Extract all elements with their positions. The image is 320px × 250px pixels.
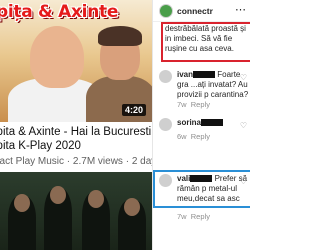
comment-item: ivan Foarte gra ...ați invatat? Au provi… bbox=[159, 70, 250, 110]
comment-item: sorina 6w Reply ♡ bbox=[159, 118, 250, 154]
comment-item: vali Prefer să rămân p metal-ul meu,deca… bbox=[159, 174, 250, 221]
video-thumbnail[interactable]: pița & Axinte 4:20 bbox=[0, 0, 152, 122]
redaction-bar bbox=[193, 71, 216, 79]
more-options-icon[interactable]: ⋯ bbox=[235, 3, 247, 16]
person-head bbox=[88, 190, 104, 208]
video-title-line: ipita K-Play 2020 bbox=[0, 140, 81, 152]
comment-meta: 6w Reply bbox=[177, 132, 210, 141]
post-username[interactable]: connectr bbox=[177, 6, 213, 16]
video-title[interactable]: ipita & Axinte - Hai la Bucuresti ipita … bbox=[0, 125, 152, 153]
comment-meta: 7w Reply bbox=[177, 212, 210, 221]
redaction-bar bbox=[190, 175, 213, 183]
redaction-bar bbox=[201, 119, 224, 127]
comment-time: 6w bbox=[177, 132, 187, 141]
like-heart-icon[interactable]: ♡ bbox=[240, 73, 247, 82]
video-title-line: ipita & Axinte - Hai la Bucuresti bbox=[0, 126, 152, 138]
comment-time: 7w bbox=[177, 100, 187, 109]
comment-text: destrăbălată proastă și in imbeci. Să vă… bbox=[165, 24, 246, 53]
post-header: connectr ⋯ bbox=[153, 0, 250, 22]
avatar[interactable] bbox=[159, 4, 173, 18]
reply-button[interactable]: Reply bbox=[191, 100, 210, 109]
comment-time: 7w bbox=[177, 212, 187, 221]
youtube-panel: pița & Axinte 4:20 ipita & Axinte - Hai … bbox=[0, 0, 152, 250]
person-head bbox=[30, 26, 84, 88]
like-heart-icon[interactable]: ♡ bbox=[240, 121, 247, 130]
video-meta: pact Play Music · 2.7M views · 2 days ag… bbox=[0, 156, 152, 167]
person-head bbox=[14, 194, 30, 212]
thumbnail-title: pița & Axinte bbox=[0, 2, 119, 22]
video-duration: 4:20 bbox=[121, 104, 146, 116]
person-head bbox=[124, 198, 140, 216]
comment-username[interactable]: vali bbox=[177, 174, 190, 183]
comment-username[interactable]: ivan bbox=[177, 70, 193, 79]
avatar[interactable] bbox=[159, 70, 172, 83]
next-video-thumbnail[interactable] bbox=[0, 172, 152, 250]
person-hair bbox=[98, 26, 142, 46]
avatar[interactable] bbox=[159, 118, 172, 131]
person-head bbox=[50, 186, 66, 204]
like-heart-icon[interactable]: ♡ bbox=[240, 177, 247, 186]
avatar[interactable] bbox=[159, 174, 172, 187]
reply-button[interactable]: Reply bbox=[191, 212, 210, 221]
upload-age: 2 days ago bbox=[131, 156, 152, 167]
view-count: 2.7M views bbox=[72, 156, 123, 167]
instagram-panel: connectr ⋯ destrăbălată proastă și in im… bbox=[152, 0, 250, 250]
reply-button[interactable]: Reply bbox=[191, 132, 210, 141]
comment-meta: 7w Reply bbox=[177, 100, 210, 109]
comment-username[interactable]: sorina bbox=[177, 118, 201, 127]
channel-name[interactable]: pact Play Music bbox=[0, 156, 64, 167]
